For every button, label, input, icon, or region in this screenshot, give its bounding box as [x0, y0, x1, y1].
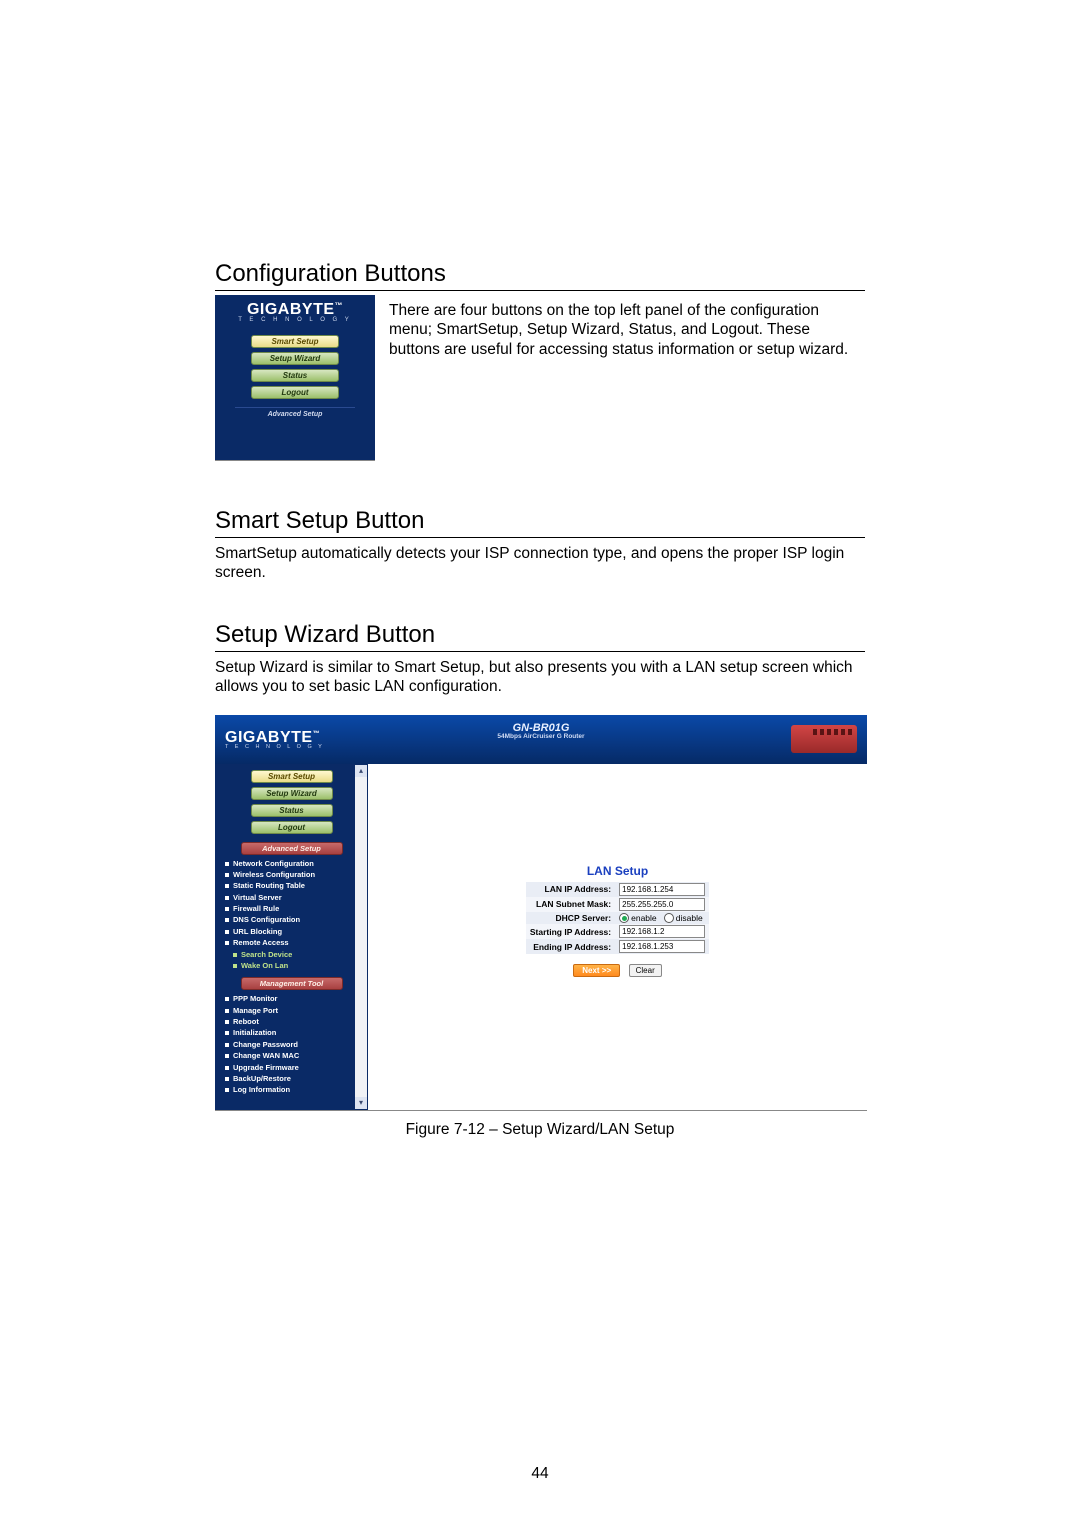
router-icon	[791, 725, 857, 753]
thumbnail-panel: GIGABYTE™ T E C H N O L O G Y Smart Setu…	[215, 295, 375, 461]
setup-wizard-paragraph: Setup Wizard is similar to Smart Setup, …	[215, 658, 865, 697]
sidebar-subitem[interactable]: Search Device	[223, 949, 368, 960]
sidebar-item[interactable]: Change WAN MAC	[223, 1050, 368, 1061]
figure-caption: Figure 7-12 – Setup Wizard/LAN Setup	[215, 1121, 865, 1139]
status-button[interactable]: Status	[251, 369, 339, 382]
heading-config-buttons: Configuration Buttons	[215, 260, 865, 291]
dhcp-disable-text: disable	[676, 913, 703, 923]
sidebar-item[interactable]: Static Routing Table	[223, 880, 368, 891]
heading-smart-setup: Smart Setup Button	[215, 507, 865, 538]
lan-mask-input[interactable]	[619, 898, 705, 911]
side-status[interactable]: Status	[251, 804, 333, 817]
logout-button[interactable]: Logout	[251, 386, 339, 399]
start-ip-input[interactable]	[619, 925, 705, 938]
smart-setup-button[interactable]: Smart Setup	[251, 335, 339, 348]
setup-wizard-button[interactable]: Setup Wizard	[251, 352, 339, 365]
smart-setup-paragraph: SmartSetup automatically detects your IS…	[215, 544, 865, 583]
lan-ip-label: LAN IP Address:	[526, 882, 615, 897]
sidebar-item[interactable]: Firewall Rule	[223, 903, 368, 914]
management-tool-header: Management Tool	[241, 977, 343, 990]
model-sub: 54Mbps AirCruiser G Router	[497, 734, 584, 741]
page-number: 44	[0, 1465, 1080, 1483]
start-ip-label: Starting IP Address:	[526, 924, 615, 939]
dhcp-label: DHCP Server:	[526, 912, 615, 925]
lan-setup-table: LAN IP Address: LAN Subnet Mask: DHCP Se…	[526, 882, 709, 955]
sidebar-item[interactable]: Wireless Configuration	[223, 869, 368, 880]
model-name: GN-BR01G	[497, 723, 584, 735]
heading-setup-wizard: Setup Wizard Button	[215, 621, 865, 652]
advanced-setup-label: Advanced Setup	[235, 407, 355, 418]
brand-subtext: T E C H N O L O G Y	[238, 317, 352, 323]
sidebar-item[interactable]: BackUp/Restore	[223, 1073, 368, 1084]
next-button[interactable]: Next >>	[573, 964, 620, 977]
sidebar-item[interactable]: Log Information	[223, 1084, 368, 1095]
sidebar-item[interactable]: URL Blocking	[223, 926, 368, 937]
sidebar-item[interactable]: Virtual Server	[223, 892, 368, 903]
sidebar-item[interactable]: Network Configuration	[223, 858, 368, 869]
sidebar-item[interactable]: Upgrade Firmware	[223, 1062, 368, 1073]
dhcp-enable-text: enable	[631, 913, 657, 923]
lan-mask-label: LAN Subnet Mask:	[526, 897, 615, 912]
scroll-up-icon[interactable]: ▴	[355, 765, 367, 777]
sidebar-item[interactable]: Change Password	[223, 1039, 368, 1050]
dhcp-disable-radio[interactable]	[664, 913, 674, 923]
sidebar-item[interactable]: Reboot	[223, 1016, 368, 1027]
dhcp-enable-radio[interactable]	[619, 913, 629, 923]
sidebar-item[interactable]: DNS Configuration	[223, 914, 368, 925]
scroll-down-icon[interactable]: ▾	[355, 1097, 367, 1109]
sidebar-item[interactable]: Initialization	[223, 1027, 368, 1038]
figure-lan-setup: GIGABYTE™ T E C H N O L O G Y GN-BR01G 5…	[215, 715, 867, 1111]
sidebar-item[interactable]: PPP Monitor	[223, 993, 368, 1004]
sidebar-subitem[interactable]: Wake On Lan	[223, 960, 368, 971]
side-logout[interactable]: Logout	[251, 821, 333, 834]
lan-setup-title: LAN Setup	[587, 864, 648, 878]
end-ip-label: Ending IP Address:	[526, 939, 615, 954]
fig-brand-sub: T E C H N O L O G Y	[225, 744, 324, 750]
sidebar-item[interactable]: Remote Access	[223, 937, 368, 948]
fig-main: LAN Setup LAN IP Address: LAN Subnet Mas…	[368, 764, 867, 1110]
advanced-setup-header: Advanced Setup	[241, 842, 343, 855]
side-setup-wizard[interactable]: Setup Wizard	[251, 787, 333, 800]
lan-ip-input[interactable]	[619, 883, 705, 896]
sidebar-item[interactable]: Manage Port	[223, 1005, 368, 1016]
clear-button[interactable]: Clear	[629, 964, 662, 977]
fig-sidebar: ▴ ▾ Smart Setup Setup Wizard Status Logo…	[215, 764, 368, 1110]
side-smart-setup[interactable]: Smart Setup	[251, 770, 333, 783]
config-buttons-paragraph: There are four buttons on the top left p…	[389, 301, 865, 359]
end-ip-input[interactable]	[619, 940, 705, 953]
